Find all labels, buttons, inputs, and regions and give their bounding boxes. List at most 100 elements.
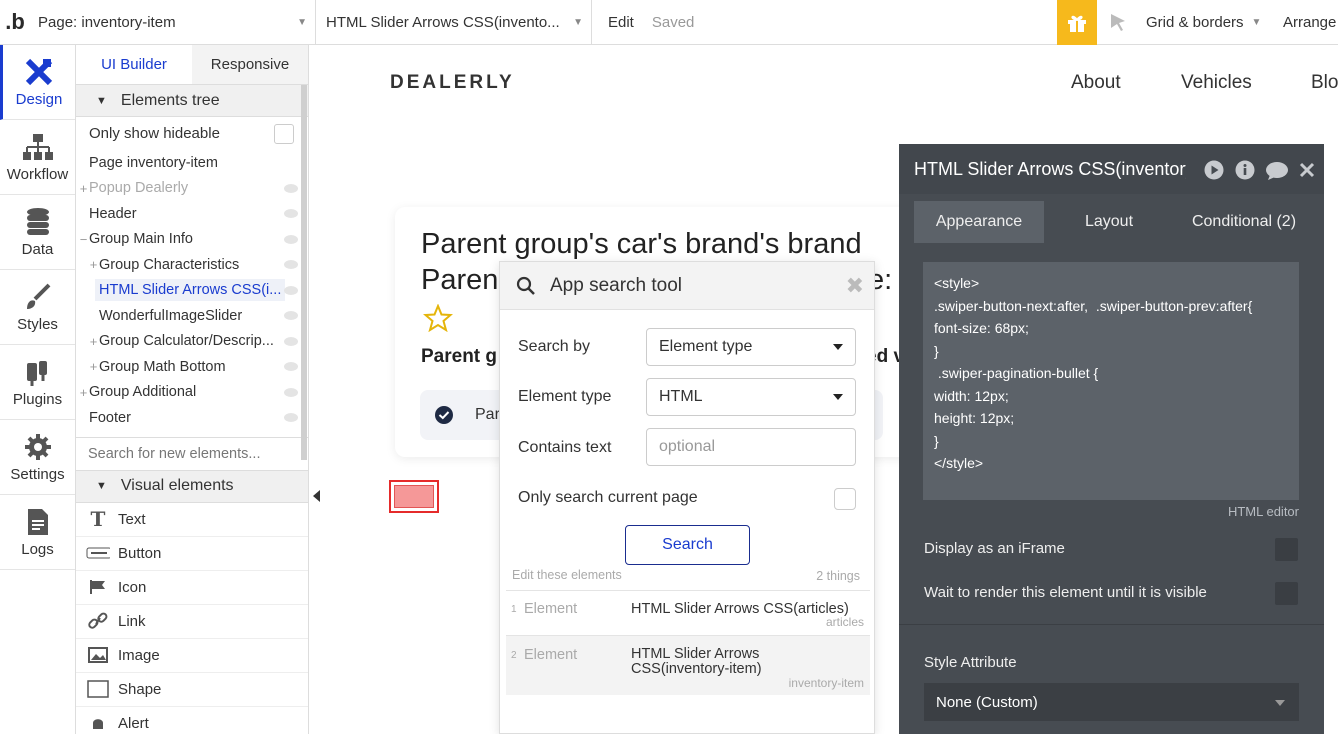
grid-borders-label: Grid & borders (1146, 14, 1244, 31)
visual-text[interactable]: T Text (76, 503, 308, 537)
plus-icon[interactable]: + (78, 385, 89, 400)
tree-scrollbar[interactable] (301, 85, 307, 460)
element-type-value: HTML (659, 388, 703, 405)
arrange-menu[interactable]: Arrange (1283, 0, 1336, 45)
contains-text-input[interactable] (646, 428, 856, 466)
tree-item-page[interactable]: Page inventory-item (76, 150, 308, 176)
tree-item-footer[interactable]: Footer (76, 405, 308, 431)
page-dropdown[interactable]: Page: inventory-item ▼ (30, 0, 316, 45)
canvas-brand[interactable]: DEALERLY (390, 72, 515, 94)
tree-item-html-slider[interactable]: HTML Slider Arrows CSS(i... (76, 278, 308, 304)
close-icon[interactable]: ✖ (846, 273, 864, 299)
selected-html-element[interactable] (389, 480, 439, 513)
button-icon (86, 547, 110, 559)
elements-tree-header[interactable]: ▼ Elements tree (76, 85, 308, 117)
html-editor-link[interactable]: HTML editor (1228, 504, 1299, 519)
result-row[interactable]: 2 Element HTML Slider Arrows CSS(invento… (506, 635, 870, 695)
eye-icon[interactable] (284, 336, 298, 346)
display-iframe-checkbox[interactable] (1275, 538, 1298, 561)
wait-render-label: Wait to render this element until it is … (924, 584, 1207, 601)
visual-image[interactable]: Image (76, 639, 308, 673)
tab-conditional[interactable]: Conditional (2) (1174, 201, 1314, 243)
html-code-editor[interactable]: <style> .swiper-button-next:after, .swip… (923, 262, 1299, 500)
eye-icon[interactable] (284, 285, 298, 295)
bubble-logo[interactable]: .b (0, 0, 30, 45)
results-count: 2 things (816, 569, 860, 583)
info-icon[interactable] (1235, 160, 1255, 180)
nav-plugins-label: Plugins (12, 390, 63, 408)
nav-settings[interactable]: Settings (0, 420, 75, 495)
result-row[interactable]: 1 Element HTML Slider Arrows CSS(article… (506, 590, 870, 635)
canvas-title-line2[interactable]: Paren (421, 264, 498, 297)
plus-icon[interactable]: + (88, 257, 99, 272)
tab-ui-builder[interactable]: UI Builder (76, 45, 192, 84)
comment-icon[interactable] (1265, 161, 1289, 181)
canvas-subtitle[interactable]: Parent g (421, 346, 497, 368)
gift-button[interactable] (1057, 0, 1097, 45)
element-panel: UI Builder Responsive ▼ Elements tree On… (76, 45, 309, 734)
nav-data[interactable]: Data (0, 195, 75, 270)
eye-icon[interactable] (284, 183, 298, 193)
tree-item-group-math-bottom[interactable]: + Group Math Bottom (76, 354, 308, 380)
search-new-elements-input[interactable]: Search for new elements... (76, 436, 308, 471)
tree-item-header[interactable]: Header (76, 201, 308, 227)
tree-item-popup[interactable]: + Popup Dealerly (76, 176, 308, 202)
only-current-page-checkbox[interactable] (834, 488, 856, 510)
canvas-title-line1[interactable]: Parent group's car's brand's brand (421, 228, 862, 261)
eye-icon[interactable] (284, 311, 298, 320)
only-hideable-label: Only show hideable (89, 125, 220, 142)
tab-layout[interactable]: Layout (1044, 201, 1174, 243)
only-current-page-label: Only search current page (518, 489, 698, 506)
style-attribute-select[interactable]: None (Custom) (924, 683, 1299, 721)
search-by-select[interactable]: Element type (646, 328, 856, 366)
wait-render-checkbox[interactable] (1275, 582, 1298, 605)
tree-item-group-main-info[interactable]: − Group Main Info (76, 227, 308, 253)
visual-button[interactable]: Button (76, 537, 308, 571)
visual-alert[interactable]: Alert (76, 707, 308, 734)
element-dropdown[interactable]: HTML Slider Arrows CSS(invento... ▼ (316, 0, 592, 45)
canvas-nav-blog[interactable]: Blo (1311, 72, 1338, 94)
tree-item-wonderful-slider[interactable]: WonderfulImageSlider (76, 303, 308, 329)
search-button[interactable]: Search (625, 525, 750, 565)
visual-icon[interactable]: Icon (76, 571, 308, 605)
close-icon[interactable] (1299, 162, 1315, 178)
nav-logs[interactable]: Logs (0, 495, 75, 570)
eye-icon[interactable] (284, 234, 298, 244)
eye-icon[interactable] (284, 413, 298, 422)
play-icon[interactable] (1204, 160, 1224, 180)
minus-icon[interactable]: − (78, 232, 89, 247)
nav-plugins[interactable]: Plugins (0, 345, 75, 420)
nav-styles[interactable]: Styles (0, 270, 75, 345)
edit-menu[interactable]: Edit (608, 14, 634, 31)
tree-item-group-calculator[interactable]: + Group Calculator/Descrip... (76, 329, 308, 355)
tree-item-group-additional[interactable]: + Group Additional (76, 380, 308, 406)
canvas-nav-vehicles[interactable]: Vehicles (1181, 72, 1252, 94)
visual-shape[interactable]: Shape (76, 673, 308, 707)
eye-icon[interactable] (284, 387, 298, 397)
star-icon[interactable] (423, 304, 453, 332)
cursor-icon[interactable] (1108, 12, 1128, 32)
tree-item-group-characteristics[interactable]: + Group Characteristics (76, 252, 308, 278)
tab-appearance[interactable]: Appearance (914, 201, 1044, 243)
collapse-panel-arrow[interactable] (313, 490, 320, 502)
eye-icon[interactable] (284, 362, 298, 371)
visual-link[interactable]: Link (76, 605, 308, 639)
element-type-select[interactable]: HTML (646, 378, 856, 416)
property-editor-title: HTML Slider Arrows CSS(inventory-item) (914, 158, 1186, 179)
triangle-down-icon: ▼ (96, 480, 107, 492)
plus-icon[interactable]: + (78, 181, 89, 196)
only-hideable-checkbox[interactable] (274, 124, 294, 144)
eye-icon[interactable] (284, 209, 298, 218)
tab-responsive[interactable]: Responsive (192, 45, 308, 84)
visual-elements-header[interactable]: ▼ Visual elements (76, 470, 308, 503)
nav-workflow[interactable]: Workflow (0, 120, 75, 195)
eye-icon[interactable] (284, 260, 298, 269)
canvas-nav-about[interactable]: About (1071, 72, 1121, 94)
nav-settings-label: Settings (10, 465, 65, 483)
property-editor-header[interactable]: HTML Slider Arrows CSS(inventory-item) (899, 144, 1324, 194)
nav-design[interactable]: Design (0, 45, 75, 120)
grid-borders-dropdown[interactable]: Grid & borders ▼ (1146, 0, 1261, 45)
plus-icon[interactable]: + (88, 359, 99, 374)
plus-icon[interactable]: + (88, 334, 99, 349)
search-tool-header[interactable]: App search tool ✖ (500, 262, 874, 310)
